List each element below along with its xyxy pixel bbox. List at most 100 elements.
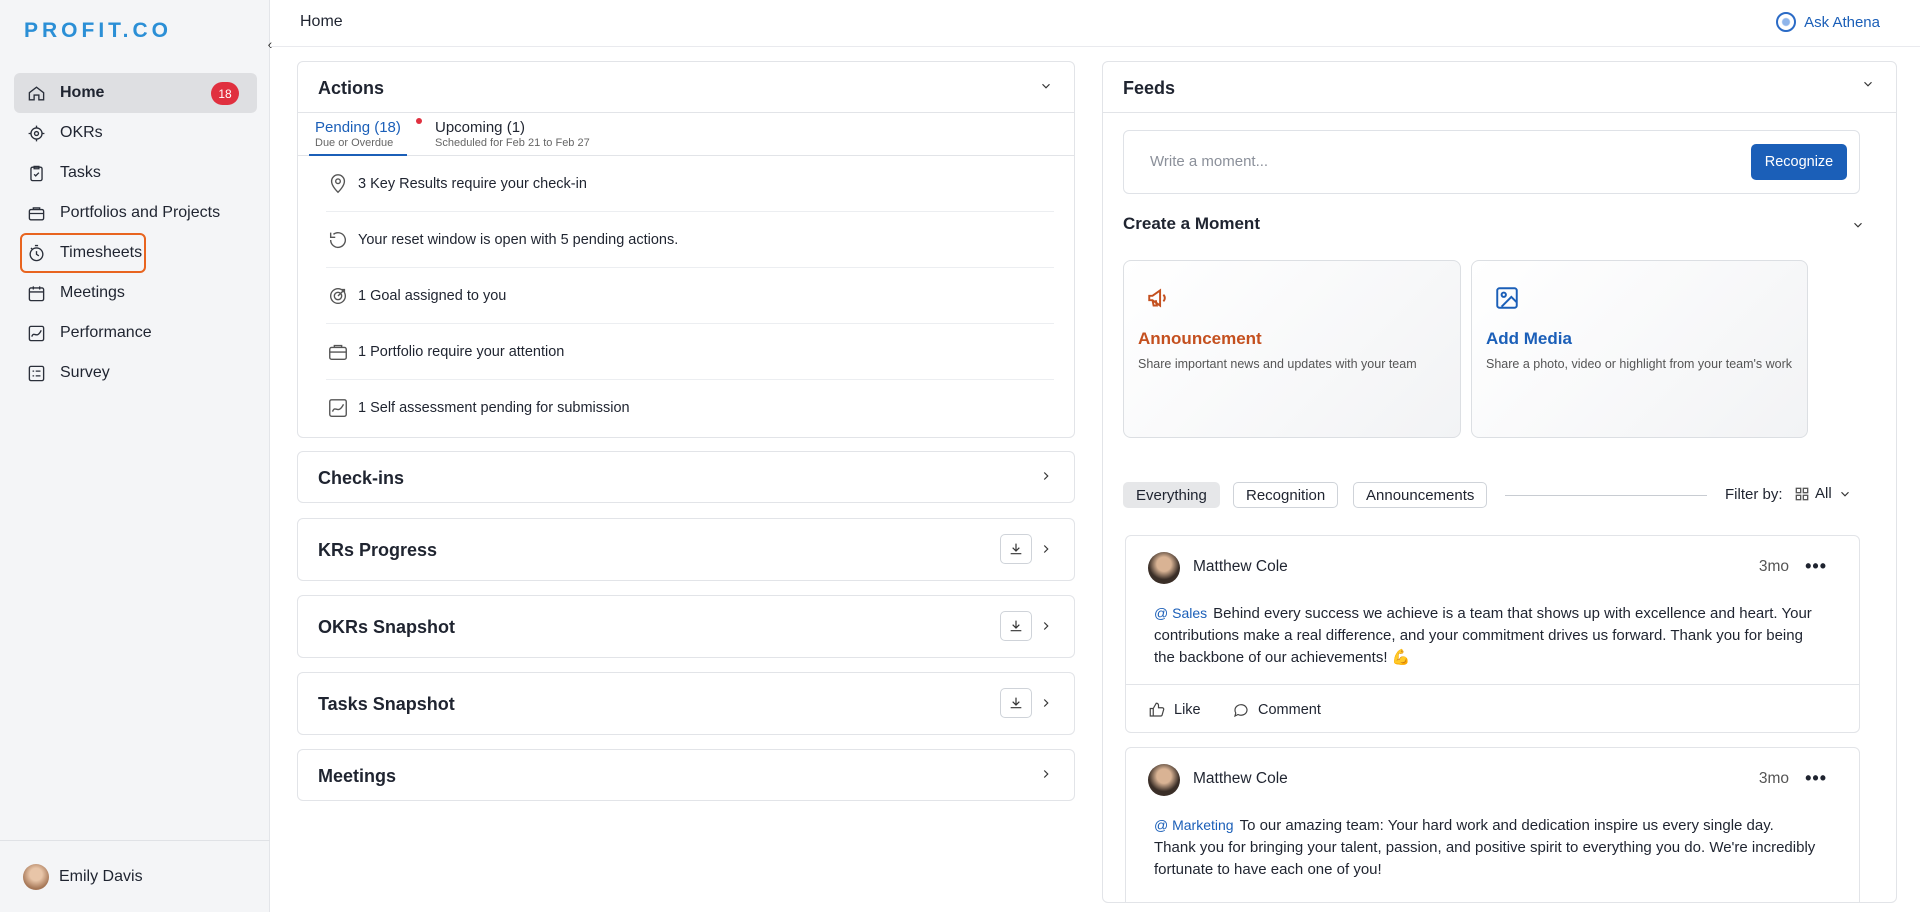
composer-input[interactable]: Write a moment... <box>1150 153 1268 170</box>
logo[interactable]: PROFIT.CO <box>24 19 172 43</box>
download-button[interactable] <box>1000 534 1032 564</box>
filter-dropdown[interactable]: All <box>1795 485 1852 502</box>
add-media-card[interactable]: Add Media Share a photo, video or highli… <box>1471 260 1808 438</box>
add-media-desc: Share a photo, video or highlight from y… <box>1486 357 1793 371</box>
post-text: To our amazing team: Your hard work and … <box>1154 817 1816 878</box>
sidebar-item-meetings[interactable]: Meetings <box>14 273 257 313</box>
sidebar-item-tasks[interactable]: Tasks <box>14 153 257 193</box>
post-tag[interactable]: @ Sales <box>1154 605 1207 621</box>
header: Home Ask Athena <box>270 0 1920 47</box>
more-options-icon[interactable]: ••• <box>1805 556 1827 577</box>
feeds-panel: Feeds Write a moment... Recognize Create… <box>1102 61 1897 903</box>
tasks-snapshot-title: Tasks Snapshot <box>318 694 455 714</box>
sidebar-item-performance[interactable]: Performance <box>14 313 257 353</box>
filter-value: All <box>1815 485 1832 502</box>
feeds-title: Feeds <box>1123 78 1176 98</box>
divider <box>1103 112 1896 113</box>
comment-icon <box>1234 704 1248 718</box>
post-text: Behind every success we achieve is a tea… <box>1154 605 1812 666</box>
sidebar-item-home[interactable]: Home 18 <box>14 73 257 113</box>
download-button[interactable] <box>1000 611 1032 641</box>
list-item[interactable]: 1 Self assessment pending for submission <box>326 380 1054 436</box>
megaphone-icon <box>1146 285 1172 311</box>
checkins-panel[interactable]: Check-ins <box>297 451 1075 503</box>
chevron-down-icon[interactable] <box>1038 78 1054 94</box>
reset-icon <box>326 228 350 252</box>
chevron-right-icon[interactable] <box>1038 766 1054 782</box>
like-button[interactable]: Like <box>1148 701 1201 719</box>
comment-button[interactable]: Comment <box>1232 701 1321 719</box>
post-author[interactable]: Matthew Cole <box>1193 558 1288 576</box>
post-tag[interactable]: @ Marketing <box>1154 817 1234 833</box>
home-icon <box>26 83 46 103</box>
sidebar-item-survey[interactable]: Survey <box>14 353 257 393</box>
tab-sub: Scheduled for Feb 21 to Feb 27 <box>435 137 590 149</box>
avatar <box>23 863 49 890</box>
action-text: Your reset window is open with 5 pending… <box>358 231 679 248</box>
feed-post: Matthew Cole 3mo ••• @ Sales Behind every… <box>1125 535 1860 733</box>
download-icon <box>1010 543 1022 555</box>
post-body: @ Sales Behind every success we achieve i… <box>1154 602 1819 669</box>
post-time: 3mo <box>1758 770 1789 787</box>
action-text: 1 Goal assigned to you <box>358 287 507 304</box>
list-item[interactable]: 3 Key Results require your check-in <box>326 156 1054 212</box>
clipboard-icon <box>26 163 46 183</box>
ask-athena-label: Ask Athena <box>1804 13 1880 31</box>
tab-pending[interactable]: Pending (18) Due or Overdue <box>309 118 422 156</box>
kr-progress-panel[interactable]: KRs Progress <box>297 518 1075 581</box>
filter-recognition[interactable]: Recognition <box>1233 482 1339 508</box>
sidebar-nav: Home 18 OKRs Tasks Portfolios and Projec… <box>14 73 257 393</box>
more-options-icon[interactable]: ••• <box>1805 768 1827 789</box>
okrs-snapshot-panel[interactable]: OKRs Snapshot <box>297 595 1075 658</box>
actions-tabs: Pending (18) Due or Overdue Upcoming (1)… <box>298 112 1074 156</box>
post-time: 3mo <box>1758 558 1789 575</box>
chevron-right-icon[interactable] <box>1038 468 1054 484</box>
download-icon <box>1010 620 1022 632</box>
sidebar-item-timesheets[interactable]: Timesheets <box>20 233 146 273</box>
checkins-title: Check-ins <box>318 468 405 488</box>
filter-by-label: Filter by: <box>1725 486 1783 503</box>
avatar <box>1148 764 1180 796</box>
list-item[interactable]: 1 Portfolio require your attention <box>326 324 1054 380</box>
chevron-down-icon[interactable] <box>1850 217 1866 233</box>
tasks-snapshot-panel[interactable]: Tasks Snapshot <box>297 672 1075 735</box>
list-icon <box>26 363 46 383</box>
moment-composer[interactable]: Write a moment... Recognize <box>1123 130 1860 194</box>
chevron-down-icon <box>1838 487 1852 501</box>
chevron-right-icon[interactable] <box>1038 541 1054 557</box>
sidebar-item-label: Survey <box>60 364 110 381</box>
list-item[interactable]: 1 Goal assigned to you <box>326 268 1054 324</box>
chevron-right-icon[interactable] <box>1038 618 1054 634</box>
announcement-card[interactable]: Announcement Share important news and up… <box>1123 260 1461 438</box>
recognize-button[interactable]: Recognize <box>1751 144 1847 180</box>
action-text: 1 Portfolio require your attention <box>358 343 565 360</box>
sidebar-item-label: OKRs <box>60 124 103 141</box>
add-media-title: Add Media <box>1486 329 1572 348</box>
feed-post: Matthew Cole 3mo ••• @ Marketing To our a… <box>1125 747 1860 902</box>
ask-athena-button[interactable]: Ask Athena <box>1776 12 1880 32</box>
chevron-right-icon[interactable] <box>1038 695 1054 711</box>
user-profile[interactable]: Emily Davis <box>0 840 270 912</box>
tab-upcoming[interactable]: Upcoming (1) Scheduled for Feb 21 to Feb… <box>435 119 590 149</box>
meetings-panel[interactable]: Meetings <box>297 749 1075 801</box>
filter-everything[interactable]: Everything <box>1123 482 1220 508</box>
tab-label: Pending (18) <box>315 119 401 136</box>
athena-icon <box>1776 12 1797 32</box>
post-author[interactable]: Matthew Cole <box>1193 770 1288 788</box>
sidebar-item-portfolios[interactable]: Portfolios and Projects <box>14 193 257 233</box>
download-icon <box>1010 697 1022 709</box>
list-item[interactable]: Your reset window is open with 5 pending… <box>326 212 1054 268</box>
chevron-down-icon[interactable] <box>1860 76 1876 92</box>
create-moment-title: Create a Moment <box>1123 214 1260 233</box>
download-button[interactable] <box>1000 688 1032 718</box>
breadcrumb: Home <box>300 13 343 30</box>
action-list: 3 Key Results require your check-in Your… <box>326 156 1054 436</box>
feed-filters: Everything Recognition Announcements Fil… <box>1123 482 1876 508</box>
briefcase-icon <box>26 203 46 223</box>
sidebar-item-label: Timesheets <box>60 244 143 261</box>
actions-title: Actions <box>318 78 385 98</box>
sidebar-item-okrs[interactable]: OKRs <box>14 113 257 153</box>
notification-badge: 18 <box>211 82 239 105</box>
tab-label: Upcoming (1) <box>435 119 526 136</box>
filter-announcements[interactable]: Announcements <box>1353 482 1488 508</box>
